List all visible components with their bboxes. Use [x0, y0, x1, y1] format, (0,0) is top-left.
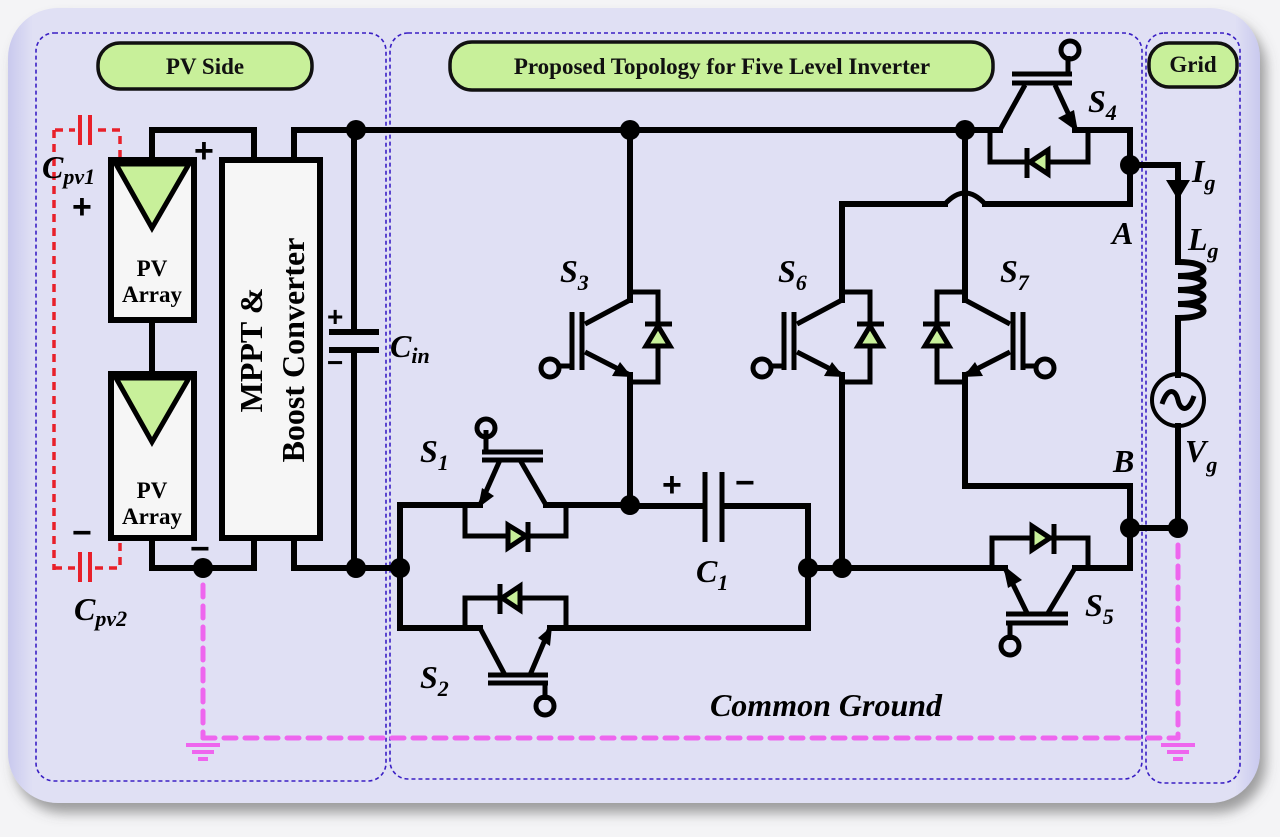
c1-minus-sign: − — [735, 464, 755, 502]
tag-topology-label: Proposed Topology for Five Level Inverte… — [514, 54, 930, 79]
converter-label-2: Boost Converter — [275, 238, 311, 463]
pv-plus-sign: + — [72, 188, 92, 226]
node-a-label: A — [1110, 215, 1133, 251]
pv-array-bottom: PV Array — [108, 371, 197, 541]
pv-minus-sign: − — [72, 514, 92, 552]
five-level-inverter-diagram: PV Side Proposed Topology for Five Level… — [8, 8, 1260, 803]
common-ground-label: Common Ground — [710, 687, 943, 723]
tag-grid: Grid — [1147, 41, 1239, 89]
pv-array-top-label-1: PV — [137, 256, 168, 281]
node-b-label: B — [1112, 443, 1134, 479]
mppt-boost-converter: MPPT & Boost Converter — [219, 157, 323, 541]
tag-pv-side: PV Side — [96, 41, 314, 91]
converter-label-1: MPPT & — [233, 288, 269, 413]
converter-plus-sign: + — [194, 132, 214, 170]
grid-neutral-node — [1168, 518, 1188, 538]
cin-minus-sign: − — [327, 347, 343, 378]
pv-array-top-label-2: Array — [122, 282, 183, 307]
tag-grid-label: Grid — [1169, 52, 1216, 77]
pv-array-bottom-label-1: PV — [137, 478, 168, 503]
cin-plus-sign: + — [327, 301, 343, 332]
converter-minus-sign: − — [190, 530, 210, 568]
pv-array-bottom-label-2: Array — [122, 504, 183, 529]
tag-topology: Proposed Topology for Five Level Inverte… — [448, 40, 995, 92]
pv-array-top: PV Array — [108, 157, 197, 323]
tag-pv-side-label: PV Side — [166, 54, 244, 79]
c1-plus-sign: + — [662, 466, 682, 504]
